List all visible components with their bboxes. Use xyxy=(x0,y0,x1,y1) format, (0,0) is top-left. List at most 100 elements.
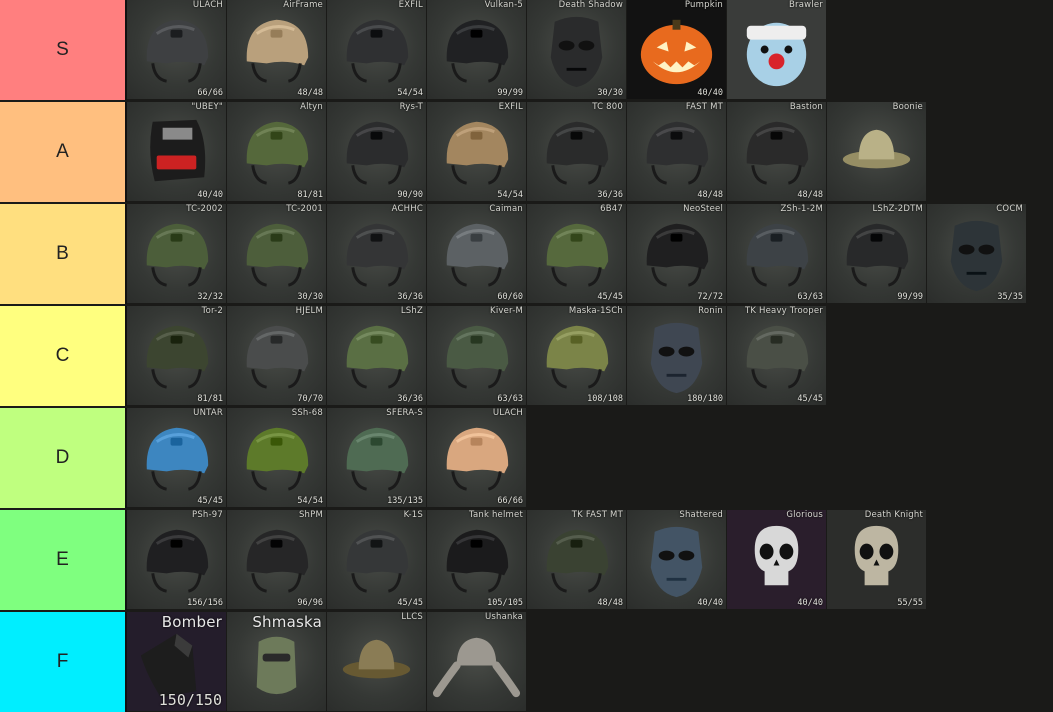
helmet-tile[interactable]: ZSh-1-2M 63/63 xyxy=(727,204,826,303)
helmet-tile[interactable]: Kiver-M 63/63 xyxy=(427,306,526,405)
helmet-icon xyxy=(754,525,799,586)
item-name: Caiman xyxy=(489,204,523,214)
item-durability: 96/96 xyxy=(297,598,323,608)
helmet-tile[interactable]: Shmaska xyxy=(227,612,326,711)
helmet-tile[interactable]: ULACH 66/66 xyxy=(427,408,526,507)
helmet-tile[interactable]: Tank helmet 105/105 xyxy=(427,510,526,609)
helmet-tile[interactable]: FAST MT 48/48 xyxy=(627,102,726,201)
item-name: TC 800 xyxy=(592,102,623,112)
item-name: FAST MT xyxy=(685,102,723,112)
helmet-icon xyxy=(650,322,703,394)
item-durability: 66/66 xyxy=(497,496,523,506)
item-durability: 35/35 xyxy=(997,292,1023,302)
helmet-tile[interactable]: ULACH 66/66 xyxy=(127,0,226,99)
helmet-tile[interactable]: "UBEY" 40/40 xyxy=(127,102,226,201)
helmet-tile[interactable]: Pumpkin 40/40 xyxy=(627,0,726,99)
helmet-icon xyxy=(246,121,309,185)
item-durability: 40/40 xyxy=(697,598,723,608)
item-name: Altyn xyxy=(300,102,323,112)
item-name: LLCS xyxy=(401,612,423,622)
tier-items: Tor-2 81/81 HJELM 70/70 LShZ 36/36 Kiver-M 63/6… xyxy=(127,306,827,406)
helmet-tile[interactable]: COCM 35/35 xyxy=(927,204,1026,303)
item-durability: 108/108 xyxy=(587,394,623,404)
helmet-tile[interactable]: Shattered 40/40 xyxy=(627,510,726,609)
helmet-tile[interactable]: EXFIL 54/54 xyxy=(327,0,426,99)
helmet-icon xyxy=(146,223,209,287)
helmet-tile[interactable]: HJELM 70/70 xyxy=(227,306,326,405)
item-durability: 99/99 xyxy=(897,292,923,302)
helmet-tile[interactable]: SFERA-S 135/135 xyxy=(327,408,426,507)
helmet-icon xyxy=(746,121,809,185)
helmet-tile[interactable]: Glorious 40/40 xyxy=(727,510,826,609)
helmet-tile[interactable]: TC 800 36/36 xyxy=(527,102,626,201)
tier-items: TC-2002 32/32 TC-2001 30/30 ACHHC 36/36 Caiman… xyxy=(127,204,1027,304)
helmet-tile[interactable]: Death Shadow 30/30 xyxy=(527,0,626,99)
item-durability: 40/40 xyxy=(797,598,823,608)
helmet-icon xyxy=(446,325,509,389)
helmet-icon xyxy=(846,223,909,287)
helmet-tile[interactable]: Boonie xyxy=(827,102,926,201)
helmet-icon xyxy=(342,639,411,679)
helmet-tile[interactable]: Death Knight 55/55 xyxy=(827,510,926,609)
helmet-icon xyxy=(546,325,609,389)
helmet-tile[interactable]: ShPM 96/96 xyxy=(227,510,326,609)
helmet-tile[interactable]: PSh-97 156/156 xyxy=(127,510,226,609)
helmet-icon xyxy=(550,16,603,88)
helmet-icon xyxy=(546,529,609,593)
helmet-icon xyxy=(146,427,209,491)
helmet-tile[interactable]: Tor-2 81/81 xyxy=(127,306,226,405)
item-name: COCM xyxy=(996,204,1023,214)
item-name: Ushanka xyxy=(484,612,523,622)
helmet-icon xyxy=(346,223,409,287)
helmet-tile[interactable]: Bastion 48/48 xyxy=(727,102,826,201)
item-durability: 180/180 xyxy=(687,394,723,404)
helmet-tile[interactable]: Caiman 60/60 xyxy=(427,204,526,303)
item-durability: 30/30 xyxy=(297,292,323,302)
item-name: Kiver-M xyxy=(490,306,523,316)
tier-items: UNTAR 45/45 SSh-68 54/54 SFERA-S 135/135 ULACH… xyxy=(127,408,527,508)
helmet-tile[interactable]: Vulkan-5 99/99 xyxy=(427,0,526,99)
helmet-tile[interactable]: Bomber 150/150 xyxy=(127,612,226,711)
item-name: K-1S xyxy=(403,510,423,520)
helmet-icon xyxy=(146,19,209,83)
helmet-tile[interactable]: NeoSteel 72/72 xyxy=(627,204,726,303)
tier-items: Bomber 150/150 Shmaska LLCS Ushanka xyxy=(127,612,527,712)
helmet-tile[interactable]: EXFIL 54/54 xyxy=(427,102,526,201)
helmet-tile[interactable]: LShZ-2DTM 99/99 xyxy=(827,204,926,303)
helmet-tile[interactable]: 6B47 45/45 xyxy=(527,204,626,303)
helmet-icon xyxy=(246,427,309,491)
helmet-icon xyxy=(446,529,509,593)
helmet-tile[interactable]: Altyn 81/81 xyxy=(227,102,326,201)
item-durability: 45/45 xyxy=(597,292,623,302)
helmet-tile[interactable]: Rys-T 90/90 xyxy=(327,102,426,201)
helmet-tile[interactable]: Ushanka xyxy=(427,612,526,711)
helmet-tile[interactable]: TC-2002 32/32 xyxy=(127,204,226,303)
helmet-tile[interactable]: UNTAR 45/45 xyxy=(127,408,226,507)
helmet-icon xyxy=(546,223,609,287)
helmet-tile[interactable]: Brawler xyxy=(727,0,826,99)
tier-list: S ULACH 66/66 AirFrame 48/48 EXFIL 54/54 Vulkan… xyxy=(0,0,1053,712)
item-name: HJELM xyxy=(295,306,323,316)
helmet-icon xyxy=(854,525,899,586)
helmet-tile[interactable]: TK FAST MT 48/48 xyxy=(527,510,626,609)
helmet-tile[interactable]: AirFrame 48/48 xyxy=(227,0,326,99)
helmet-tile[interactable]: Maska-1SCh 108/108 xyxy=(527,306,626,405)
helmet-icon xyxy=(446,19,509,83)
helmet-tile[interactable]: LShZ 36/36 xyxy=(327,306,426,405)
tier-label: C xyxy=(0,306,127,406)
helmet-tile[interactable]: ACHHC 36/36 xyxy=(327,204,426,303)
helmet-tile[interactable]: K-1S 45/45 xyxy=(327,510,426,609)
helmet-tile[interactable]: SSh-68 54/54 xyxy=(227,408,326,507)
tier-items: "UBEY" 40/40 Altyn 81/81 Rys-T 90/90 EXFIL 54/5… xyxy=(127,102,927,202)
item-name: UNTAR xyxy=(193,408,223,418)
item-durability: 48/48 xyxy=(597,598,623,608)
helmet-tile[interactable]: TC-2001 30/30 xyxy=(227,204,326,303)
helmet-tile[interactable]: TK Heavy Trooper 45/45 xyxy=(727,306,826,405)
helmet-tile[interactable]: LLCS xyxy=(327,612,426,711)
helmet-icon xyxy=(950,220,1003,292)
helmet-tile[interactable]: Ronin 180/180 xyxy=(627,306,726,405)
item-name: Brawler xyxy=(789,0,823,10)
item-name: AirFrame xyxy=(283,0,323,10)
item-durability: 36/36 xyxy=(397,292,423,302)
item-durability: 45/45 xyxy=(197,496,223,506)
